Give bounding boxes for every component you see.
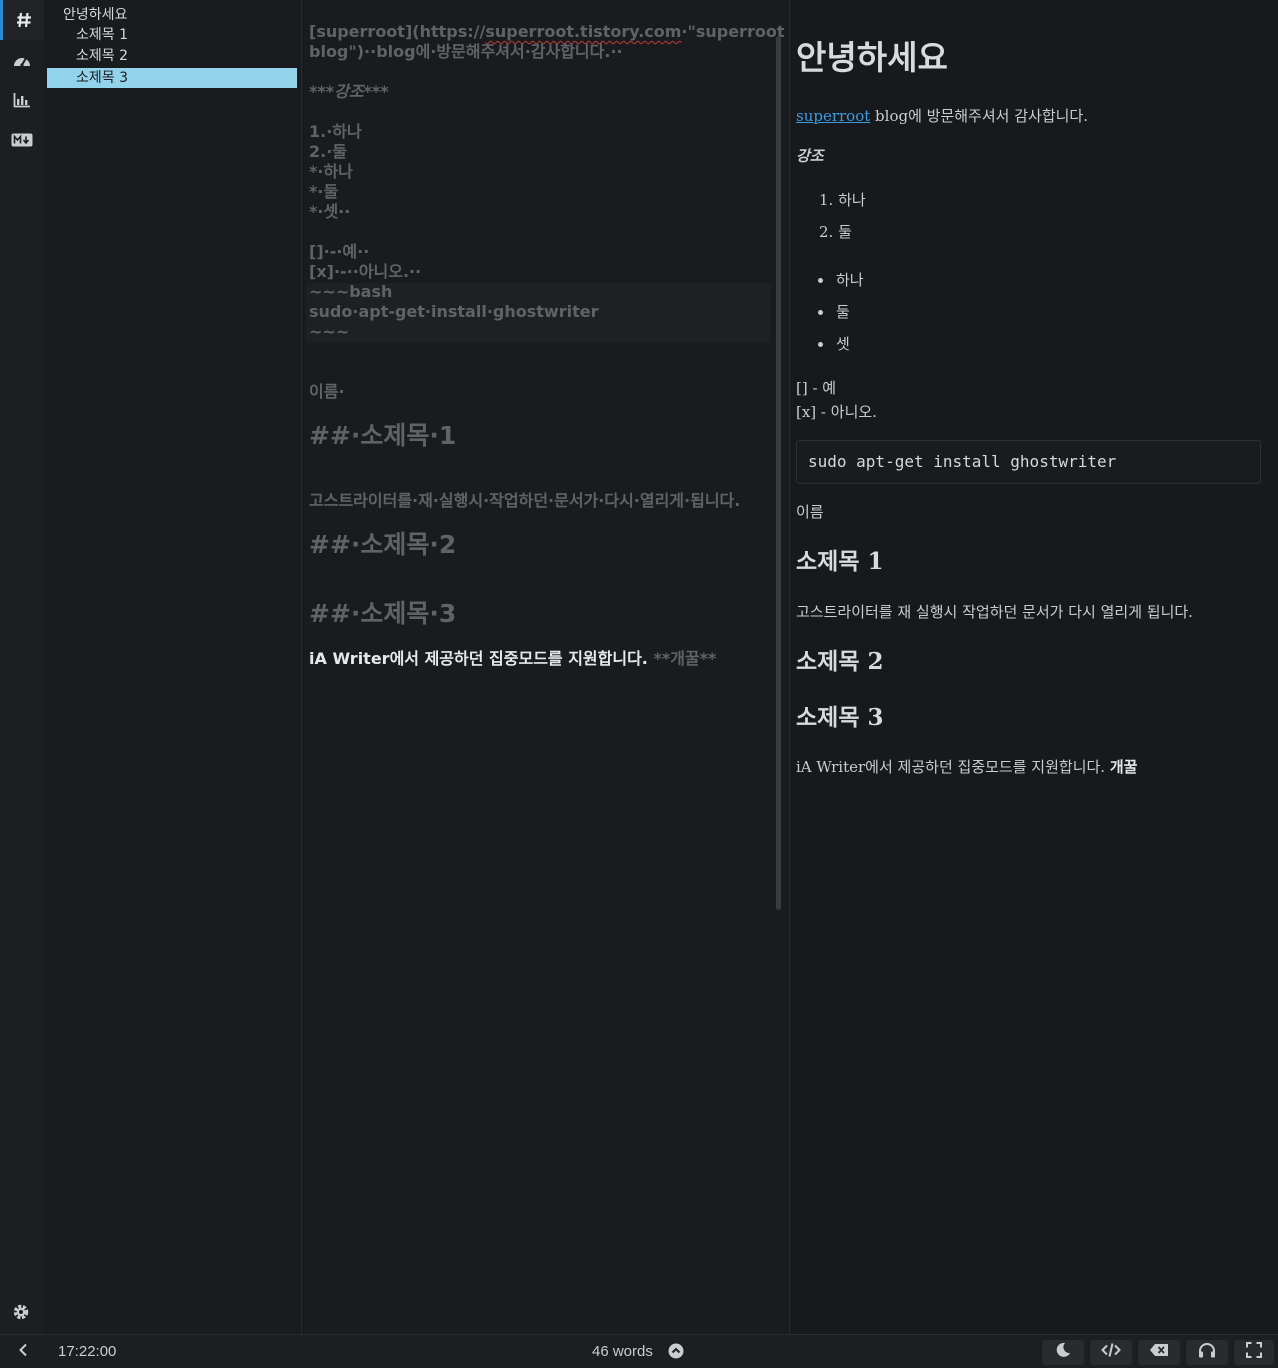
session-timer: 17:22:00 xyxy=(58,1343,117,1360)
toggle-sidebar-button[interactable] xyxy=(12,1342,34,1362)
outline-item-subheading-1[interactable]: 소제목 1 xyxy=(47,25,297,45)
editor-line: ~~~ xyxy=(309,322,350,341)
editor-active-line: iA Writer에서 제공하던 집중모드를 지원합니다. **개꿀** xyxy=(309,649,716,669)
editor-line: 1.·하나 xyxy=(309,122,362,141)
editor-line: [superroot](https://superroot.tistory.co… xyxy=(309,22,784,42)
preview-link[interactable]: superroot xyxy=(796,107,870,125)
preview-bold-text: 개꿀 xyxy=(1109,758,1138,776)
preview-paragraph: superroot blog에 방문해주셔서 감사합니다. xyxy=(796,106,1088,126)
preview-code-block: sudo apt-get install ghostwriter xyxy=(796,440,1261,484)
editor-scrollbar[interactable] xyxy=(776,36,781,910)
editor-line: ##·소제목·1 xyxy=(309,421,457,450)
hemingway-mode-button[interactable] xyxy=(1138,1340,1180,1365)
preview-emphasis: 강조 xyxy=(796,147,824,165)
preview-ordered-item: 1. 하나 xyxy=(819,191,866,209)
preview-bullet-item: 하나 xyxy=(836,271,864,289)
chevron-up-circle-icon xyxy=(668,1343,684,1363)
preview-text: iA Writer에서 제공하던 집중모드를 지원합니다. xyxy=(796,758,1110,776)
speedometer-icon xyxy=(12,52,32,68)
editor-line: sudo·apt-get·install·ghostwriter xyxy=(309,302,599,321)
preview-heading-2: 소제목 2 xyxy=(796,648,884,675)
editor-line: *·둘 xyxy=(309,182,339,201)
dark-mode-button[interactable] xyxy=(1042,1340,1084,1365)
editor-line: 고스트라이터를·재·실행시·작업하던·문서가·다시·열리게·됩니다. xyxy=(309,491,741,510)
editor-line: ##·소제목·2 xyxy=(309,530,457,559)
bullet-marker xyxy=(818,278,823,283)
preview-heading-1: 안녕하세요 xyxy=(796,38,948,77)
editor-line: ***강조*** xyxy=(309,82,389,101)
editor-text: ·"superroot xyxy=(681,22,785,41)
preview-bullet-item: 셋 xyxy=(836,335,850,353)
preview-checkbox-line: [x] - 아니오. xyxy=(796,403,877,421)
markdown-icon xyxy=(11,133,33,147)
statistics-menu-button[interactable] xyxy=(668,1343,684,1359)
code-icon xyxy=(1101,1342,1121,1363)
editor-text: iA Writer에서 제공하던 집중모드를 지원합니다. xyxy=(309,649,654,668)
editor-line: ##·소제목·3 xyxy=(309,599,457,628)
editor-line: []·-·예·· xyxy=(309,242,370,261)
bar-chart-icon xyxy=(13,92,31,108)
preview-toggle-button[interactable] xyxy=(1090,1340,1132,1365)
outline-item-subheading-2[interactable]: 소제목 2 xyxy=(47,46,297,66)
chevron-left-icon xyxy=(18,1343,28,1362)
editor-line: 2.·둘 xyxy=(309,142,348,161)
preview-heading-2: 소제목 1 xyxy=(796,548,884,575)
editor-line: [x]·-··아니오.·· xyxy=(309,262,422,281)
app-window: 안녕하세요 소제목 1 소제목 2 소제목 3 [superroot](http… xyxy=(0,0,1278,1368)
cheatsheet-tab[interactable] xyxy=(0,120,44,160)
outline-tab[interactable] xyxy=(0,0,44,40)
editor-text: [superroot](https:// xyxy=(309,22,486,41)
backspace-icon xyxy=(1149,1343,1169,1362)
fullscreen-button[interactable] xyxy=(1234,1340,1274,1365)
bullet-marker xyxy=(818,310,823,315)
focus-mode-button[interactable] xyxy=(1186,1340,1228,1365)
sidebar-rail xyxy=(0,0,44,1334)
status-bar: 17:22:00 46 words xyxy=(0,1334,1278,1368)
settings-button[interactable] xyxy=(10,1303,32,1325)
html-preview: 안녕하세요 superroot blog에 방문해주셔서 감사합니다. 강조 1… xyxy=(791,0,1278,1334)
editor-line: *·셋·· xyxy=(309,202,351,221)
moon-icon xyxy=(1055,1342,1071,1363)
fullscreen-icon xyxy=(1246,1342,1262,1363)
bullet-marker xyxy=(818,342,823,347)
preview-text: blog에 방문해주셔서 감사합니다. xyxy=(870,107,1088,125)
hash-icon xyxy=(15,11,33,29)
editor-line: *·하나 xyxy=(309,162,353,181)
headphones-icon xyxy=(1198,1342,1216,1363)
gear-icon xyxy=(12,1303,30,1325)
editor-text: **개꿀** xyxy=(653,649,717,668)
outline-item-subheading-3[interactable]: 소제목 3 xyxy=(47,68,297,88)
outline-item-heading[interactable]: 안녕하세요 xyxy=(47,5,297,25)
preview-bullet-item: 둘 xyxy=(836,303,850,321)
editor-line: ~~~bash xyxy=(309,282,393,301)
editor-line: 이름· xyxy=(309,382,345,401)
preview-ordered-item: 2. 둘 xyxy=(819,223,852,241)
preview-heading-2: 소제목 3 xyxy=(796,704,884,731)
markdown-editor[interactable]: [superroot](https://superroot.tistory.co… xyxy=(302,0,790,1334)
outline-panel: 안녕하세요 소제목 1 소제목 2 소제목 3 xyxy=(44,0,302,1334)
session-stats-tab[interactable] xyxy=(0,40,44,80)
word-count: 46 words xyxy=(592,1343,653,1360)
preview-paragraph: 이름 xyxy=(796,503,824,521)
editor-line: blog")··blog에·방문해주셔서·감사합니다.·· xyxy=(309,42,623,61)
preview-checkbox-line: [] - 예 xyxy=(796,379,837,397)
preview-paragraph: iA Writer에서 제공하던 집중모드를 지원합니다. 개꿀 xyxy=(796,757,1137,777)
editor-misspelled-text: superroot.tistory.com xyxy=(485,22,682,41)
document-stats-tab[interactable] xyxy=(0,80,44,120)
preview-paragraph: 고스트라이터를 재 실행시 작업하던 문서가 다시 열리게 됩니다. xyxy=(796,603,1193,621)
